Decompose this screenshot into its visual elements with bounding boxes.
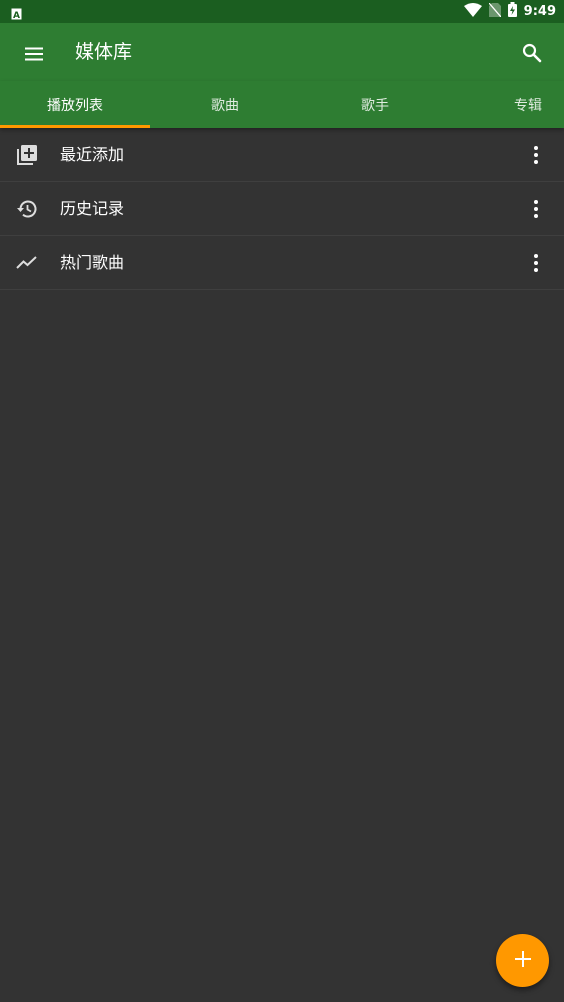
tab-artists[interactable]: 歌手 [300, 81, 450, 128]
search-icon[interactable] [520, 41, 544, 65]
keyboard-a-icon: A [11, 5, 22, 24]
menu-icon[interactable] [22, 42, 46, 66]
tab-label: 歌曲 [211, 97, 239, 114]
add-icon [514, 950, 532, 972]
list-item[interactable]: 最近添加 [0, 128, 564, 182]
tab-albums[interactable]: 专辑 [450, 81, 564, 128]
status-time: 9:49 [523, 4, 556, 19]
list-item-label: 热门歌曲 [60, 253, 125, 272]
library-add-icon [15, 143, 39, 167]
tab-label: 播放列表 [47, 97, 103, 114]
list-item-label: 历史记录 [60, 199, 125, 218]
tab-playlists[interactable]: 播放列表 [0, 81, 150, 128]
app-bar: 媒体库 [0, 23, 564, 81]
add-playlist-button[interactable] [496, 934, 549, 987]
status-bar: A 9:49 [0, 0, 564, 23]
more-vert-icon[interactable] [524, 143, 548, 167]
trending-icon [15, 251, 39, 275]
more-vert-icon[interactable] [524, 251, 548, 275]
tab-bar: 播放列表 歌曲 歌手 专辑 [0, 81, 564, 128]
tab-label: 歌手 [361, 97, 389, 114]
history-icon [15, 197, 39, 221]
svg-text:A: A [13, 11, 20, 20]
no-sim-icon [488, 2, 502, 21]
tab-songs[interactable]: 歌曲 [150, 81, 300, 128]
page-title: 媒体库 [75, 41, 133, 63]
list-item[interactable]: 热门歌曲 [0, 236, 564, 290]
list-item-label: 最近添加 [60, 145, 125, 164]
playlist-list: 最近添加 历史记录 热门歌曲 [0, 128, 564, 290]
more-vert-icon[interactable] [524, 197, 548, 221]
wifi-icon [463, 2, 482, 21]
list-item[interactable]: 历史记录 [0, 182, 564, 236]
battery-charging-icon [507, 2, 517, 21]
tab-label: 专辑 [514, 97, 542, 114]
